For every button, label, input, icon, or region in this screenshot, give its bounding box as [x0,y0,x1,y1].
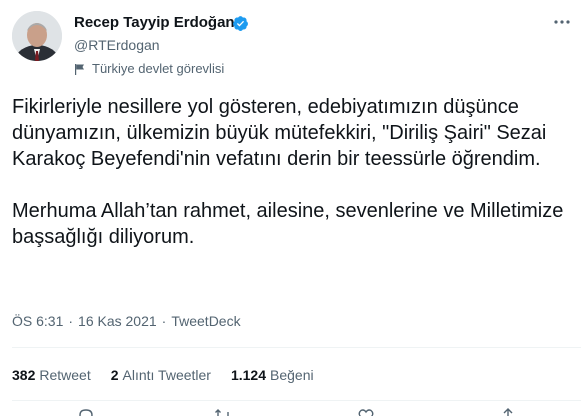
quotes-label: Alıntı Tweetler [122,367,211,383]
share-icon[interactable] [499,407,517,416]
tweet-date[interactable]: 16 Kas 2021 [78,312,157,330]
divider [12,347,581,348]
author-display-name[interactable]: Recep Tayyip Erdoğan [74,13,235,33]
divider [12,400,581,401]
tweet-paragraph: Fikirleriyle nesillere yol gösteren, ede… [12,96,547,170]
government-official-text: Türkiye devlet görevlisi [92,61,225,76]
tweet-card: Recep Tayyip Erdoğan @RTErdogan Türkiye … [0,0,581,416]
author-handle[interactable]: @RTErdogan [74,36,160,54]
retweet-icon[interactable] [214,407,232,416]
avatar[interactable] [12,11,62,61]
meta-separator: · [68,313,74,329]
tweet-time[interactable]: ÖS 6:31 [12,312,63,330]
quotes-stat[interactable]: 2 Alıntı Tweetler [111,366,211,384]
likes-stat[interactable]: 1.124 Beğeni [231,366,314,384]
flag-icon [75,64,84,75]
tweet-source[interactable]: TweetDeck [171,312,240,330]
retweets-count: 382 [12,367,36,383]
tweet-stats: 382 Retweet 2 Alıntı Tweetler 1.124 Beğeni [12,366,314,384]
likes-count: 1.124 [230,367,267,383]
retweets-label: Retweet [39,367,91,383]
government-official-label[interactable]: Türkiye devlet görevlisi [74,61,224,77]
tweet-meta: ÖS 6:31 · 16 Kas 2021 · TweetDeck [12,312,241,330]
meta-separator: · [161,313,167,329]
tweet-text: Fikirleriyle nesillere yol gösteren, ede… [12,94,577,250]
likes-label: Beğeni [270,367,314,383]
more-options-icon[interactable] [553,19,571,25]
retweets-stat[interactable]: 382 Retweet [12,366,91,384]
reply-icon[interactable] [77,407,95,416]
tweet-paragraph: Merhuma Allah’tan rahmet, ailesine, seve… [12,200,564,248]
heart-icon[interactable] [357,407,375,416]
quotes-count: 2 [110,367,119,383]
tweet-actions [0,407,581,416]
verified-badge-icon [233,16,248,31]
